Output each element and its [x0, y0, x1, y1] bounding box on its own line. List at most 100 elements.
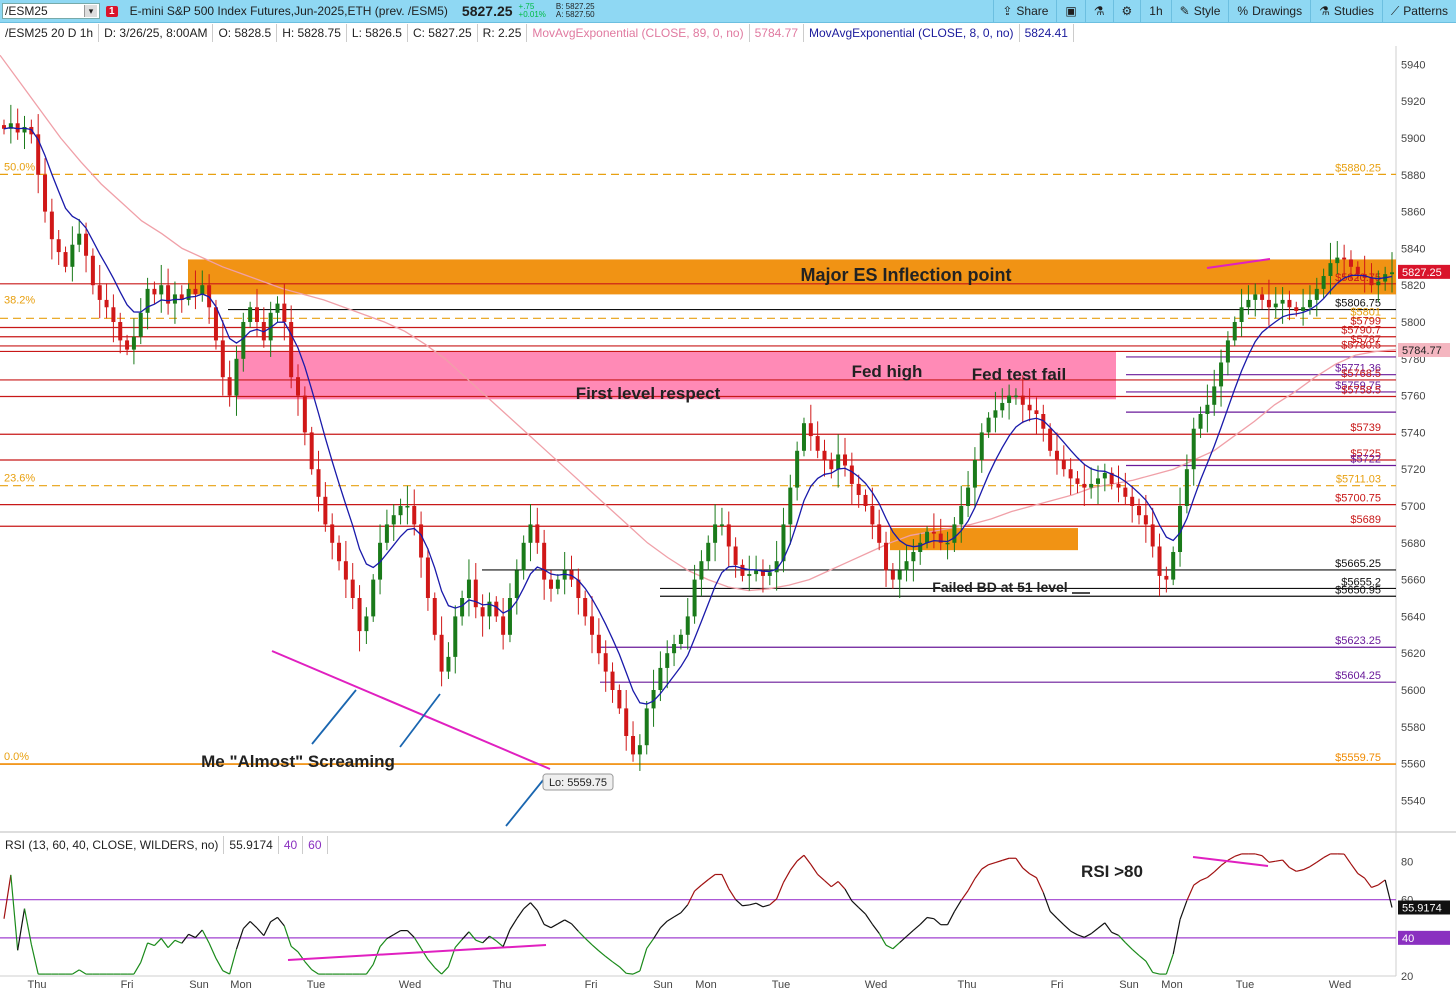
rsi-segment [550, 923, 559, 929]
candle-body [863, 494, 868, 506]
rsi-segment [1289, 867, 1297, 872]
rsi-segment [776, 882, 785, 900]
rsi-segment [858, 907, 866, 915]
rsi-segment [1275, 859, 1283, 862]
rsi-segment [988, 861, 996, 866]
rsi-segment [133, 962, 142, 975]
rsi-segment [646, 938, 655, 949]
candle-body [1048, 428, 1053, 451]
y-tick-label: 5560 [1401, 759, 1425, 771]
candle-body [631, 736, 636, 755]
candle-body [945, 542, 950, 545]
candle-body [555, 579, 560, 589]
candle-body [330, 524, 335, 543]
rsi-segment [270, 916, 278, 923]
rsi-segment [919, 917, 928, 925]
y-tick-label: 5580 [1401, 722, 1425, 734]
rsi-segment [406, 930, 415, 938]
fib-label: 38.2% [4, 294, 35, 306]
candle-body [90, 255, 95, 286]
rsi-segment [530, 902, 538, 911]
candle-body [145, 288, 150, 313]
candle-body [1376, 281, 1381, 286]
rsi-segment [1384, 879, 1393, 908]
rsi-segment [830, 881, 839, 888]
candle-body [371, 579, 376, 617]
y-tick-label: 5800 [1401, 317, 1425, 329]
price-level-label: $5700.75 [1335, 493, 1381, 505]
candle-body [453, 616, 458, 657]
rsi-segment [933, 918, 942, 926]
candle-body [972, 460, 977, 488]
x-tick-label: Tue [772, 979, 791, 991]
rsi-segment [1172, 919, 1181, 955]
candle-body [152, 288, 157, 295]
rsi-segment [612, 961, 620, 968]
rsi-segment [666, 916, 675, 922]
rsi-segment [379, 938, 388, 948]
candle-body [1171, 552, 1176, 580]
candle-body [1355, 266, 1360, 275]
candle-body [808, 423, 813, 437]
rsi-segment [167, 939, 176, 949]
candle-body [384, 524, 389, 543]
rsi-segment [557, 919, 565, 925]
rsi-segment [735, 899, 743, 907]
rsi-segment [17, 908, 26, 951]
rsi-segment [1200, 876, 1208, 881]
rsi-segment [495, 940, 504, 948]
candle-body [966, 487, 971, 506]
rsi-segment [953, 900, 962, 912]
rsi-segment [912, 923, 921, 931]
candle-body [822, 450, 827, 460]
candle-body [357, 598, 362, 632]
candle-body [911, 552, 916, 562]
candle-body [1232, 322, 1237, 341]
candle-body [1020, 395, 1025, 405]
rsi-tick-label: 80 [1401, 857, 1413, 869]
rsi-segment [147, 942, 155, 947]
rsi-segment [1104, 922, 1113, 933]
rsi-segment [427, 959, 436, 969]
candle-body [125, 340, 130, 350]
candle-body [200, 285, 205, 295]
rsi-segment [1302, 866, 1311, 871]
rsi-segment [413, 937, 422, 949]
rsi-segment [892, 942, 901, 950]
candle-body [1301, 307, 1306, 311]
candle-body [952, 524, 957, 543]
x-tick-label: Mon [695, 979, 716, 991]
rsi-segment [1364, 877, 1372, 888]
rsi-segment [543, 923, 552, 929]
x-tick-label: Thu [28, 979, 47, 991]
candle-body [282, 303, 287, 322]
candle-body [316, 469, 321, 497]
rsi-segment [1371, 884, 1379, 889]
price-level-label: $5739 [1350, 422, 1381, 434]
rsi-segment [1077, 934, 1085, 938]
rsi-segment [1268, 860, 1276, 863]
price-level-label: $5623.25 [1335, 635, 1381, 647]
candle-body [405, 506, 410, 508]
rsi-segment [577, 930, 586, 939]
rsi-low: 40 [279, 836, 304, 854]
candle-body [1246, 299, 1251, 308]
rsi-segment [618, 966, 627, 974]
price-level-label: $5559.75 [1335, 752, 1381, 764]
rsi-segment [277, 917, 285, 927]
candle-body [1184, 469, 1189, 506]
y-tick-label: 5660 [1401, 575, 1425, 587]
candle-body [583, 598, 588, 617]
price-level-label: $5758.5 [1341, 385, 1381, 397]
candle-body [904, 561, 909, 571]
y-tick-label: 5680 [1401, 538, 1425, 550]
candle-body [843, 454, 848, 466]
low-marker: Lo: 5559.75 [542, 773, 614, 791]
rsi-segment [878, 933, 887, 946]
candle-body [986, 417, 991, 433]
rsi-label[interactable]: RSI (13, 60, 40, CLOSE, WILDERS, no) [0, 836, 225, 854]
rsi-segment [10, 874, 19, 951]
rsi-segment [1323, 853, 1331, 859]
rsi-segment [208, 942, 217, 959]
candle-body [234, 358, 239, 396]
